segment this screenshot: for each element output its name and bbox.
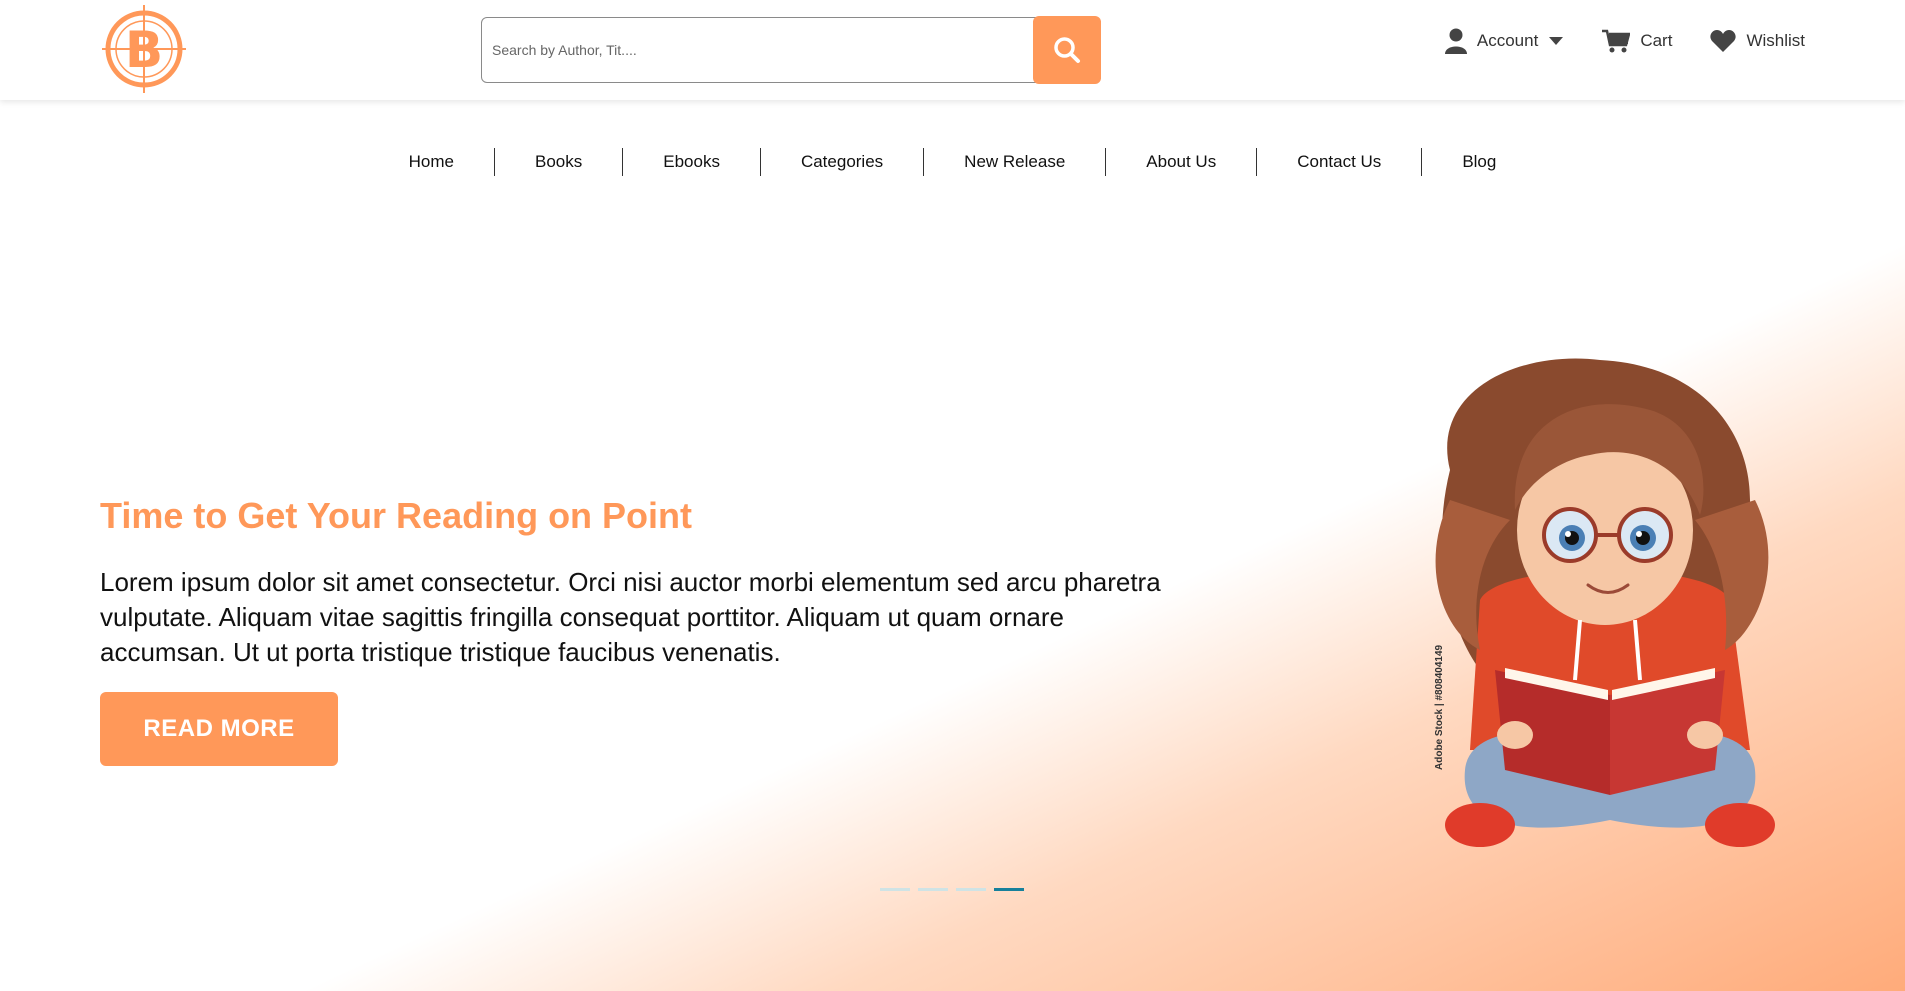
slider-dot-4[interactable] bbox=[994, 888, 1024, 891]
main-nav: Home Books Ebooks Categories New Release… bbox=[0, 148, 1905, 176]
logo-letter: B bbox=[125, 21, 163, 79]
search-box bbox=[481, 17, 1101, 83]
slider-dot-3[interactable] bbox=[956, 888, 986, 891]
logo-icon[interactable]: B bbox=[102, 5, 186, 93]
cart-label: Cart bbox=[1640, 31, 1673, 50]
wishlist-link[interactable]: Wishlist bbox=[1710, 30, 1805, 52]
read-more-button[interactable]: READ MORE bbox=[100, 692, 338, 766]
search-input[interactable] bbox=[492, 18, 1022, 81]
girl-reading-illustration bbox=[1435, 358, 1775, 847]
nav-item-blog[interactable]: Blog bbox=[1422, 148, 1536, 176]
slider-dot-1[interactable] bbox=[880, 888, 910, 891]
nav-item-categories[interactable]: Categories bbox=[761, 148, 925, 176]
hero-title: Time to Get Your Reading on Point bbox=[100, 495, 693, 536]
slider-dot-2[interactable] bbox=[918, 888, 948, 891]
nav-item-ebooks[interactable]: Ebooks bbox=[623, 148, 761, 176]
hero-description: Lorem ipsum dolor sit amet consectetur. … bbox=[100, 567, 1161, 667]
account-label: Account bbox=[1476, 31, 1539, 50]
site-header: B Account Cart bbox=[0, 0, 1905, 100]
slider-dots bbox=[880, 888, 1024, 891]
search-icon bbox=[1054, 37, 1080, 63]
image-watermark: Adobe Stock | #808404149 bbox=[1434, 644, 1445, 770]
account-menu[interactable]: Account bbox=[1444, 28, 1564, 54]
heart-icon bbox=[1710, 30, 1737, 52]
nav-item-new-release[interactable]: New Release bbox=[924, 148, 1107, 176]
caret-down-icon bbox=[1549, 37, 1564, 45]
header-links: Account Cart Wishlist bbox=[1444, 28, 1805, 54]
cart-icon bbox=[1602, 29, 1631, 53]
search-button[interactable] bbox=[1033, 16, 1101, 84]
nav-item-books[interactable]: Books bbox=[495, 148, 624, 176]
cart-link[interactable]: Cart bbox=[1602, 29, 1672, 53]
wishlist-label: Wishlist bbox=[1746, 31, 1805, 50]
nav-item-about-us[interactable]: About Us bbox=[1106, 148, 1258, 176]
user-icon bbox=[1444, 28, 1467, 54]
nav-item-contact-us[interactable]: Contact Us bbox=[1257, 148, 1423, 176]
nav-item-home[interactable]: Home bbox=[369, 148, 495, 176]
